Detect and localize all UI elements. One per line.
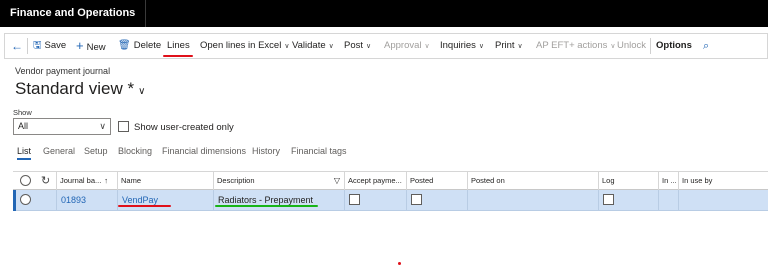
accept-payment-checkbox[interactable] [349,194,360,205]
back-arrow-icon: ← [11,39,23,53]
col-description[interactable]: Description ▽ [213,172,344,190]
cell-journal-batch[interactable]: 01893 [56,190,117,210]
delete-label: Delete [133,40,162,51]
col-accept-payment[interactable]: Accept payme... [344,172,406,190]
search-button[interactable]: ⌕ [703,34,712,58]
cell-posted [406,190,467,210]
show-user-created-label: Show user-created only [134,122,234,133]
chevron-down-icon: ∨ [284,43,290,50]
chevron-down-icon: ∨ [478,43,485,50]
unlock-label: Unlock [617,40,647,51]
save-button[interactable]: 🖫 Save [33,34,66,58]
filter-icon: ▽ [333,176,340,185]
col-journal-batch[interactable]: Journal ba... ↑ [56,172,117,190]
selected-row-marker [13,190,16,211]
row-select-radio[interactable] [20,194,31,205]
tab-history[interactable]: History [252,146,280,156]
chevron-down-icon: ∨ [610,43,616,50]
approval-label: Approval [384,40,422,51]
cell-in-use-by[interactable] [678,190,768,210]
tab-list[interactable]: List [17,146,31,156]
approval-button[interactable]: Approval ∨ [384,34,430,58]
trash-icon: 🗑 [118,40,131,51]
print-label: Print [495,40,515,51]
col-description-label: Description [217,176,255,185]
page-caption: Vendor payment journal [15,66,111,76]
cell-name[interactable]: VendPay [117,190,213,210]
chevron-down-icon: ∨ [138,86,146,97]
view-selector[interactable]: Standard view * ∨ [15,79,145,99]
col-posted-on[interactable]: Posted on [467,172,598,190]
chevron-down-icon: ∨ [424,43,430,50]
tab-general[interactable]: General [43,146,75,156]
refresh-icon[interactable]: ↻ [38,172,57,190]
unlock-button[interactable]: Unlock [617,34,646,58]
annotation-underline-description [215,205,318,207]
table-row[interactable]: 01893 VendPay Radiators - Prepayment [13,190,768,211]
show-user-created-checkbox[interactable] [118,121,129,132]
chevron-down-icon: ∨ [99,121,106,131]
validate-button[interactable]: Validate ∨ [292,34,334,58]
show-value: All [18,121,29,131]
save-icon: 🖫 [33,40,42,51]
search-icon: ⌕ [703,40,710,52]
tab-financial-tags[interactable]: Financial tags [291,146,347,156]
col-posted[interactable]: Posted [406,172,467,190]
options-tab[interactable]: Options [656,34,692,58]
action-pane: ← 🖫 Save + New 🗑 Delete Lines Open lines in… [4,33,768,59]
back-button[interactable]: ← [11,34,26,58]
top-bar: Finance and Operations [0,0,768,27]
chevron-down-icon: ∨ [366,43,372,50]
cell-description[interactable]: Radiators - Prepayment [213,190,344,210]
ap-eft-label: AP EFT+ actions [536,40,608,51]
view-title: Standard view * [15,79,135,98]
chevron-down-icon: ∨ [328,43,334,50]
col-name[interactable]: Name [117,172,213,190]
options-label: Options [656,40,692,51]
lines-label: Lines [167,40,190,51]
delete-button[interactable]: 🗑 Delete [118,34,161,58]
annotation-underline-name [118,205,171,207]
toolbar-divider [27,38,28,54]
new-button[interactable]: + New [76,34,106,58]
cell-in-use[interactable] [658,190,678,210]
open-lines-excel-button[interactable]: Open lines in Excel ∨ [200,34,289,58]
col-log[interactable]: Log [598,172,658,190]
cell-posted-on[interactable] [467,190,598,210]
active-tab-indicator [17,158,31,160]
col-journal-batch-label: Journal ba... [60,176,102,185]
show-dropdown[interactable]: All ∨ [13,118,111,135]
chevron-down-icon: ∨ [517,43,523,50]
inquiries-label: Inquiries [440,40,476,51]
col-in-use-by[interactable]: In use by [678,172,768,190]
app-title[interactable]: Finance and Operations [0,0,147,27]
annotation-underline-lines [163,55,193,57]
new-label: New [86,42,106,53]
post-button[interactable]: Post ∨ [344,34,371,58]
post-label: Post [344,40,364,51]
posted-checkbox[interactable] [411,194,422,205]
col-in-use[interactable]: In ... [658,172,678,190]
ap-eft-actions-button[interactable]: AP EFT+ actions ∨ [536,34,616,58]
show-label: Show [13,108,32,117]
cell-accept-payment [344,190,406,210]
print-button[interactable]: Print ∨ [495,34,523,58]
tab-setup[interactable]: Setup [84,146,108,156]
sort-ascending-icon: ↑ [104,176,109,185]
log-checkbox[interactable] [603,194,614,205]
name-value[interactable]: VendPay [122,195,158,205]
description-value: Radiators - Prepayment [218,195,314,205]
plus-icon: + [76,38,84,53]
save-label: Save [44,40,67,51]
cell-log [598,190,658,210]
tab-financial-dimensions[interactable]: Financial dimensions [162,146,246,156]
validate-label: Validate [292,40,326,51]
open-lines-excel-label: Open lines in Excel [200,40,282,51]
select-all-radio[interactable] [20,175,31,186]
journal-batch-link[interactable]: 01893 [61,195,86,205]
inquiries-button[interactable]: Inquiries ∨ [440,34,484,58]
grid-header: ↻ Journal ba... ↑ Name Description ▽ Accep… [13,171,768,190]
toolbar-divider [650,38,651,54]
tab-blocking[interactable]: Blocking [118,146,152,156]
